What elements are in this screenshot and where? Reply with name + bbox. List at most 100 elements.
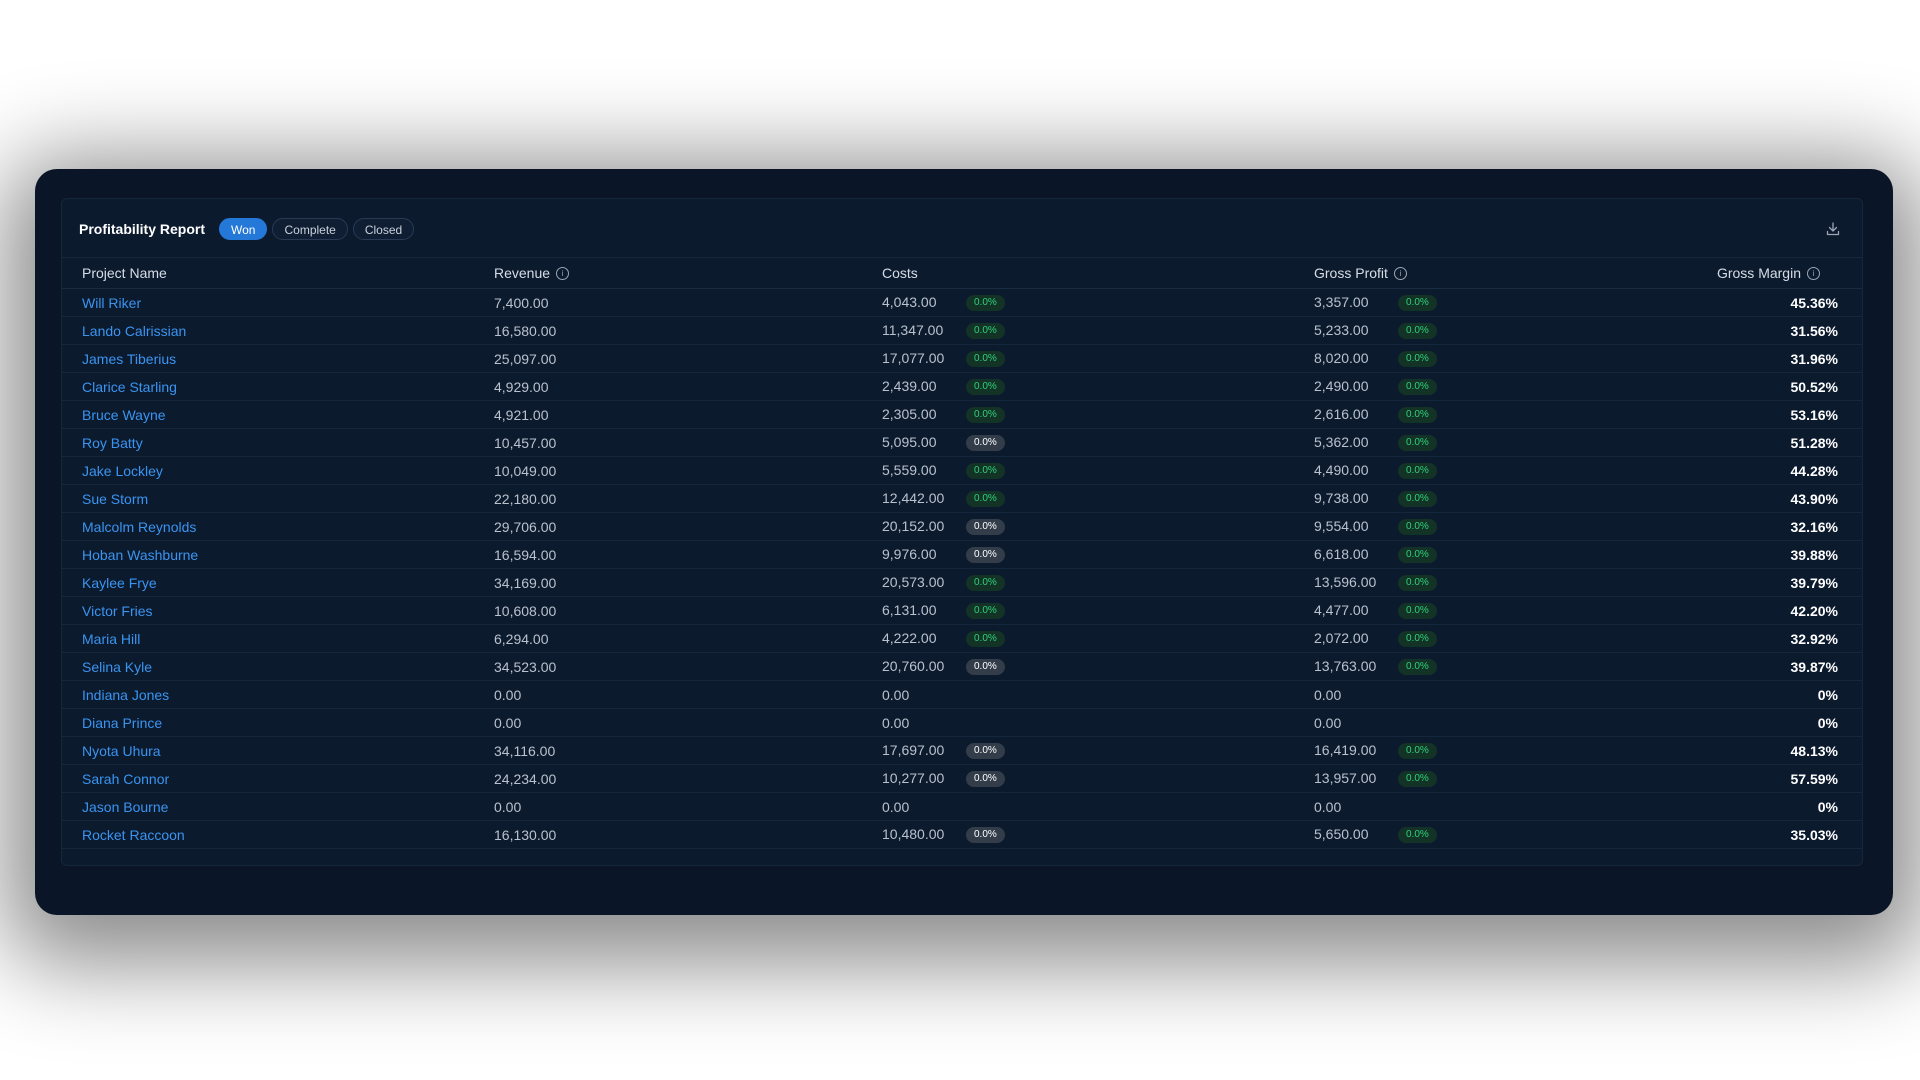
table-row[interactable]: Diana Prince 0.00 0.00 0.00 0% — [62, 708, 1862, 737]
profit-change-badge: 0.0% — [1398, 743, 1437, 760]
gross-profit-value: 5,233.00 — [1314, 321, 1369, 338]
table-row[interactable]: James Tiberius 25,097.00 17,077.00 0.0% 8,02… — [62, 344, 1862, 373]
table-row[interactable]: Clarice Starling 4,929.00 2,439.00 0.0% 2,49… — [62, 372, 1862, 401]
cell-revenue: 22,180.00 — [494, 484, 882, 513]
project-link[interactable]: Sue Storm — [82, 491, 148, 507]
info-icon[interactable]: i — [556, 266, 570, 280]
cell-costs: 9,976.00 0.0% — [882, 540, 1314, 569]
info-icon[interactable]: i — [1393, 266, 1407, 280]
project-link[interactable]: Rocket Raccoon — [82, 827, 185, 843]
cell-project-name: Maria Hill — [62, 624, 494, 653]
cell-revenue: 4,921.00 — [494, 400, 882, 429]
cell-project-name: Kaylee Frye — [62, 568, 494, 597]
revenue-value: 24,234.00 — [494, 770, 557, 787]
costs-change-badge: 0.0% — [966, 771, 1005, 788]
cell-gross-profit: 4,477.00 0.0% — [1314, 596, 1614, 625]
revenue-value: 0.00 — [494, 686, 522, 703]
costs-value: 10,480.00 — [882, 825, 945, 842]
project-link[interactable]: Clarice Starling — [82, 379, 177, 395]
table-row[interactable]: Jason Bourne 0.00 0.00 0.00 0% — [62, 792, 1862, 821]
cell-project-name: Will Riker — [62, 288, 494, 317]
table-row[interactable]: Malcolm Reynolds 29,706.00 20,152.00 0.0% 9,… — [62, 512, 1862, 541]
gross-profit-value: 3,357.00 — [1314, 293, 1369, 310]
table-row[interactable]: Sarah Connor 24,234.00 10,277.00 0.0% 13,957… — [62, 764, 1862, 793]
table-row[interactable]: Maria Hill 6,294.00 4,222.00 0.0% 2,072.00 0.… — [62, 624, 1862, 653]
gross-profit-value: 2,490.00 — [1314, 377, 1369, 394]
table-row[interactable]: Lando Calrissian 16,580.00 11,347.00 0.0% 5,… — [62, 316, 1862, 345]
project-link[interactable]: Jake Lockley — [82, 463, 163, 479]
column-header-costs[interactable]: Costs — [882, 257, 1314, 289]
cell-gross-profit: 3,357.00 0.0% — [1314, 288, 1614, 317]
revenue-value: 7,400.00 — [494, 294, 549, 311]
cell-project-name: James Tiberius — [62, 344, 494, 373]
profit-change-badge: 0.0% — [1398, 547, 1437, 564]
table-row[interactable]: Bruce Wayne 4,921.00 2,305.00 0.0% 2,616.00 0… — [62, 400, 1862, 429]
cell-gross-margin: 43.90% — [1614, 484, 1862, 513]
project-link[interactable]: Bruce Wayne — [82, 407, 166, 423]
table-row[interactable]: Kaylee Frye 34,169.00 20,573.00 0.0% 13,596.… — [62, 568, 1862, 597]
column-header-project-name[interactable]: Project Name — [62, 257, 494, 289]
gross-profit-value: 4,477.00 — [1314, 601, 1369, 618]
gross-margin-value: 35.03% — [1790, 826, 1838, 843]
column-header-revenue[interactable]: Revenue i — [494, 257, 882, 289]
gross-margin-value: 42.20% — [1790, 602, 1838, 619]
revenue-value: 22,180.00 — [494, 490, 557, 507]
cell-gross-margin: 32.16% — [1614, 512, 1862, 541]
project-link[interactable]: Diana Prince — [82, 715, 162, 731]
table-row[interactable]: Rocket Raccoon 16,130.00 10,480.00 0.0% 5,65… — [62, 820, 1862, 849]
cell-project-name: Hoban Washburne — [62, 540, 494, 569]
cell-project-name: Roy Batty — [62, 428, 494, 457]
project-link[interactable]: Maria Hill — [82, 631, 140, 647]
table-row[interactable]: Hoban Washburne 16,594.00 9,976.00 0.0% 6,61… — [62, 540, 1862, 569]
project-link[interactable]: Roy Batty — [82, 435, 143, 451]
gross-margin-value: 50.52% — [1790, 378, 1838, 395]
cell-project-name: Nyota Uhura — [62, 736, 494, 765]
gross-margin-value: 32.92% — [1790, 630, 1838, 647]
cell-gross-margin: 53.16% — [1614, 400, 1862, 429]
table-row[interactable]: Sue Storm 22,180.00 12,442.00 0.0% 9,738.00 0… — [62, 484, 1862, 513]
table-row[interactable]: Will Riker 7,400.00 4,043.00 0.0% 3,357.00 0.… — [62, 288, 1862, 317]
gross-profit-value: 9,554.00 — [1314, 517, 1369, 534]
costs-value: 20,573.00 — [882, 573, 945, 590]
cell-revenue: 0.00 — [494, 680, 882, 709]
gross-profit-value: 4,490.00 — [1314, 461, 1369, 478]
cell-revenue: 34,116.00 — [494, 736, 882, 765]
costs-change-badge: 0.0% — [966, 379, 1005, 396]
project-link[interactable]: Victor Fries — [82, 603, 153, 619]
column-header-gross-profit[interactable]: Gross Profit i — [1314, 257, 1614, 289]
header-label: Gross Profit — [1314, 265, 1388, 281]
filter-chip-complete[interactable]: Complete — [272, 218, 348, 240]
gross-profit-value: 13,957.00 — [1314, 769, 1377, 786]
project-link[interactable]: Hoban Washburne — [82, 547, 198, 563]
table-row[interactable]: Indiana Jones 0.00 0.00 0.00 0% — [62, 680, 1862, 709]
costs-value: 17,077.00 — [882, 349, 945, 366]
download-icon[interactable] — [1825, 221, 1841, 237]
project-link[interactable]: Indiana Jones — [82, 687, 169, 703]
costs-value: 0.00 — [882, 686, 910, 703]
project-link[interactable]: Malcolm Reynolds — [82, 519, 196, 535]
filter-chip-closed[interactable]: Closed — [352, 218, 415, 240]
table-row[interactable]: Victor Fries 10,608.00 6,131.00 0.0% 4,477.0… — [62, 596, 1862, 625]
cell-gross-margin: 35.03% — [1614, 820, 1862, 849]
table-row[interactable]: Nyota Uhura 34,116.00 17,697.00 0.0% 16,419.… — [62, 736, 1862, 765]
gross-profit-value: 2,072.00 — [1314, 629, 1369, 646]
project-link[interactable]: Jason Bourne — [82, 799, 168, 815]
table-row[interactable]: Jake Lockley 10,049.00 5,559.00 0.0% 4,490.0… — [62, 456, 1862, 485]
cell-gross-margin: 42.20% — [1614, 596, 1862, 625]
revenue-value: 34,169.00 — [494, 574, 557, 591]
project-link[interactable]: Lando Calrissian — [82, 323, 186, 339]
table-row[interactable]: Roy Batty 10,457.00 5,095.00 0.0% 5,362.00 0.… — [62, 428, 1862, 457]
column-header-gross-margin[interactable]: Gross Margin i — [1614, 257, 1862, 289]
table-row[interactable]: Selina Kyle 34,523.00 20,760.00 0.0% 13,763.… — [62, 652, 1862, 681]
project-link[interactable]: James Tiberius — [82, 351, 176, 367]
cell-costs: 10,277.00 0.0% — [882, 764, 1314, 793]
project-link[interactable]: Selina Kyle — [82, 659, 152, 675]
profit-change-badge: 0.0% — [1398, 491, 1437, 508]
project-link[interactable]: Kaylee Frye — [82, 575, 157, 591]
project-link[interactable]: Nyota Uhura — [82, 743, 161, 759]
project-link[interactable]: Sarah Connor — [82, 771, 169, 787]
info-icon[interactable]: i — [1807, 266, 1820, 280]
revenue-value: 34,523.00 — [494, 658, 557, 675]
project-link[interactable]: Will Riker — [82, 295, 141, 311]
filter-chip-won[interactable]: Won — [219, 218, 268, 240]
